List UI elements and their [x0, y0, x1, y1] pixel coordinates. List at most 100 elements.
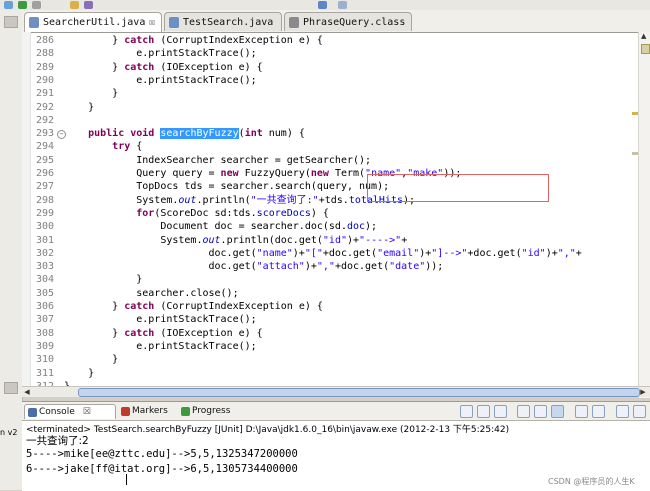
tab-console[interactable]: Console ☒	[24, 404, 116, 419]
left-view-strip	[0, 10, 23, 405]
tab-testsearch[interactable]: TestSearch.java	[164, 12, 282, 31]
remove-all-icon[interactable]	[494, 405, 507, 418]
code-line[interactable]: 286 } catch (CorruptIndexException e) {	[22, 34, 650, 47]
line-number: 308	[35, 327, 54, 339]
code-line[interactable]: 308 } catch (IOException e) {	[22, 327, 650, 340]
clear-console-icon[interactable]	[517, 405, 530, 418]
close-icon[interactable]: ☒	[149, 13, 155, 32]
console-icon	[28, 408, 37, 417]
code-line[interactable]: 290 e.printStackTrace();	[22, 74, 650, 87]
console-output-line: 6---->jake[ff@itat.org]-->6,5,1305734400…	[26, 463, 298, 475]
back-icon[interactable]	[338, 1, 347, 9]
console-output-line: 一共查询了:2	[26, 435, 89, 447]
console-tab-bar: Console ☒ Markers Progress	[22, 402, 650, 421]
scrollbar-thumb[interactable]	[641, 44, 650, 54]
tab-label: TestSearch.java	[183, 17, 274, 28]
line-number: 301	[35, 234, 54, 246]
code-text: } catch (CorruptIndexException e) {	[64, 35, 323, 46]
code-line[interactable]: 303 doc.get("attach")+","+doc.get("date"…	[22, 260, 650, 273]
code-line[interactable]: 307 e.printStackTrace();	[22, 313, 650, 326]
code-line[interactable]: 295 IndexSearcher searcher = getSearcher…	[22, 154, 650, 167]
minimize-icon[interactable]	[616, 405, 629, 418]
code-text: TopDocs tds = searcher.search(query, num…	[64, 181, 390, 193]
code-text: doc.get("name")+"["+doc.get("email")+"]-…	[64, 247, 582, 259]
perspective-icon[interactable]	[318, 1, 327, 9]
code-line[interactable]: 306 } catch (CorruptIndexException e) {	[22, 300, 650, 313]
code-line[interactable]: 289 } catch (IOException e) {	[22, 61, 650, 74]
line-number: 304	[35, 274, 54, 286]
search-icon[interactable]	[84, 1, 93, 9]
remove-launch-icon[interactable]	[477, 405, 490, 418]
markers-icon	[121, 407, 130, 416]
class-file-icon	[289, 17, 299, 28]
scroll-up-icon[interactable]: ▲	[641, 32, 646, 40]
line-number: 293	[35, 128, 54, 140]
code-line[interactable]: 296 Query query = new FuzzyQuery(new Ter…	[22, 167, 650, 180]
view-menu-icon[interactable]	[633, 405, 646, 418]
line-number: 292	[35, 114, 54, 126]
code-line[interactable]: 309 e.printStackTrace();	[22, 340, 650, 353]
code-text: Document doc = searcher.doc(sd.doc);	[64, 221, 378, 233]
line-number: 300	[35, 221, 54, 233]
code-line[interactable]: 288 e.printStackTrace();	[22, 47, 650, 60]
display-console-icon[interactable]	[592, 405, 605, 418]
line-number: 305	[35, 287, 54, 299]
code-text: IndexSearcher searcher = getSearcher();	[64, 154, 372, 166]
code-line[interactable]: 299 for(ScoreDoc sd:tds.scoreDocs) {	[22, 207, 650, 220]
code-line[interactable]: 292	[22, 114, 650, 127]
scroll-left-icon[interactable]: ◀	[22, 387, 32, 397]
code-line[interactable]: 310 }	[22, 353, 650, 366]
tab-searcherutil[interactable]: SearcherUtil.java ☒	[24, 12, 162, 32]
progress-icon	[181, 407, 190, 416]
code-line[interactable]: 304 }	[22, 273, 650, 286]
code-editor[interactable]: 286 } catch (CorruptIndexException e) {2…	[22, 32, 650, 398]
code-line[interactable]: 301 System.out.println(doc.get("id")+"--…	[22, 234, 650, 247]
pin-console-icon[interactable]	[575, 405, 588, 418]
code-line[interactable]: 300 Document doc = searcher.doc(sd.doc);	[22, 220, 650, 233]
tab-label: SearcherUtil.java	[43, 17, 146, 28]
new-icon[interactable]	[4, 1, 13, 9]
java-file-icon	[29, 17, 39, 28]
close-icon[interactable]: ☒	[83, 407, 91, 417]
code-line[interactable]: 298 System.out.println("一共查询了:"+tds.tota…	[22, 194, 650, 207]
code-line[interactable]: 292 }	[22, 101, 650, 114]
code-text: e.printStackTrace();	[64, 314, 257, 326]
line-number: 291	[35, 88, 54, 100]
editor-horizontal-scrollbar[interactable]: ◀ ▶	[22, 386, 650, 397]
tab-phrasequery[interactable]: PhraseQuery.class	[284, 12, 412, 31]
code-line[interactable]: 311 }	[22, 367, 650, 380]
package-explorer-nub[interactable]	[4, 16, 18, 28]
code-line[interactable]: 291 }	[22, 87, 650, 100]
outline-nub[interactable]	[4, 382, 18, 394]
line-number: 310	[35, 354, 54, 366]
code-line[interactable]: 293− public void searchByFuzzy(int num) …	[22, 127, 650, 140]
terminate-icon[interactable]	[460, 405, 473, 418]
run-icon[interactable]	[18, 1, 27, 9]
code-text: try {	[112, 141, 143, 153]
console-output-line: 5---->mike[ee@zttc.edu]-->5,5,1325347200…	[26, 448, 298, 460]
scroll-right-icon[interactable]: ▶	[638, 387, 648, 397]
code-line[interactable]: 297 TopDocs tds = searcher.search(query,…	[22, 180, 650, 193]
text-cursor	[126, 474, 127, 485]
editor-vertical-scrollbar[interactable]: ▲	[638, 32, 650, 398]
debug-icon[interactable]	[32, 1, 41, 9]
tab-label: PhraseQuery.class	[303, 17, 406, 28]
tab-label: Markers	[132, 406, 168, 416]
java-file-icon	[169, 17, 179, 28]
scroll-lock-icon[interactable]	[534, 405, 547, 418]
horizontal-thumb[interactable]	[78, 388, 640, 397]
tab-markers[interactable]: Markers	[118, 404, 178, 419]
code-text: e.printStackTrace();	[64, 340, 257, 352]
tab-progress[interactable]: Progress	[178, 404, 246, 419]
line-number: 306	[35, 301, 54, 312]
code-text: } catch (IOException e) {	[64, 61, 263, 73]
code-line[interactable]: 302 doc.get("name")+"["+doc.get("email")…	[22, 247, 650, 260]
code-text: System.out.println(doc.get("id")+"---->"…	[64, 234, 408, 246]
left-bottom-strip	[0, 405, 23, 490]
code-line[interactable]: 305 searcher.close();	[22, 287, 650, 300]
line-number: 288	[35, 48, 54, 60]
show-on-output-icon[interactable]	[551, 405, 564, 418]
code-line[interactable]: 294 try {	[22, 140, 650, 153]
open-type-icon[interactable]	[70, 1, 79, 9]
line-number: 307	[35, 314, 54, 326]
